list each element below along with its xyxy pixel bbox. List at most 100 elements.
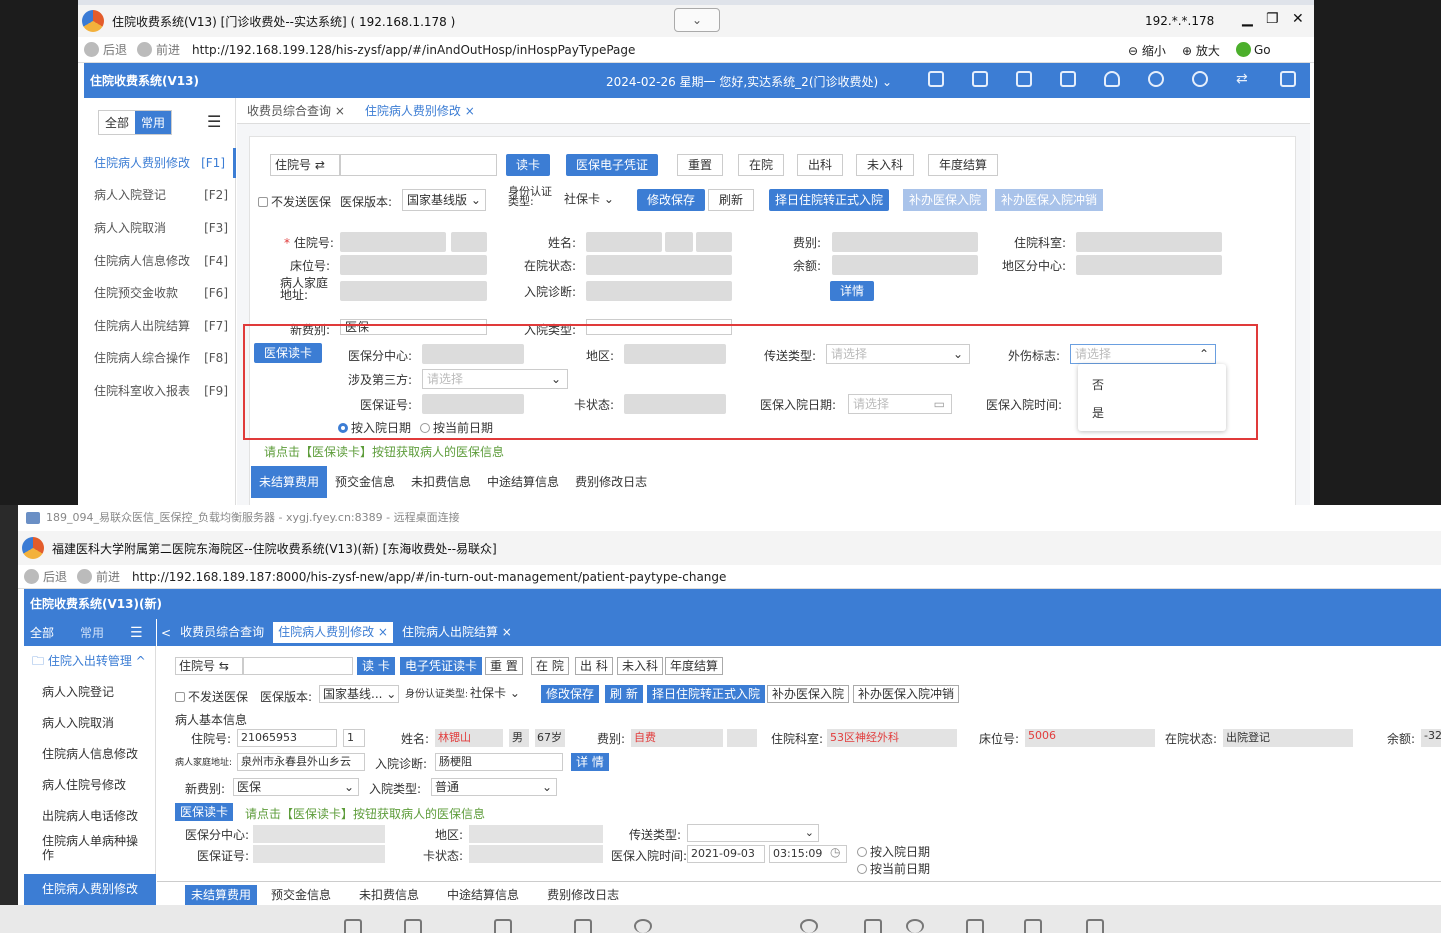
not-admitted-button[interactable]: 未入科	[617, 657, 664, 675]
taskbar-icon[interactable]	[574, 919, 592, 933]
not-send-checkbox[interactable]: 不发送医保	[175, 688, 248, 705]
sidebar-item[interactable]: 住院病人出院结算 [F7]	[84, 311, 236, 341]
hosp-no-input[interactable]	[243, 657, 353, 675]
sidebar-item-active[interactable]: 住院病人费别修改	[24, 874, 156, 905]
annual-settle-button[interactable]: 年度结算	[928, 154, 999, 176]
lock-icon[interactable]	[928, 71, 944, 87]
subtab-unsettled[interactable]: 未结算费用	[185, 885, 258, 905]
taskbar-icon[interactable]	[1024, 919, 1042, 933]
back-button[interactable]: 后退	[84, 41, 127, 58]
subtab-unsettled[interactable]: 未结算费用	[251, 466, 328, 498]
discharge-button[interactable]: 出科	[797, 154, 844, 176]
screen-icon[interactable]	[972, 71, 988, 87]
refresh-button[interactable]: 刷 新	[605, 685, 643, 703]
adm-date-picker[interactable]: 2021-09-03	[687, 845, 765, 863]
tab-fee-type-change[interactable]: 住院病人费别修改 ×	[355, 102, 485, 119]
tab-fee-type-change[interactable]: 住院病人费别修改 ×	[273, 622, 393, 643]
in-hosp-button[interactable]: 在 院	[531, 657, 569, 675]
tab-all[interactable]: 全部	[99, 111, 135, 134]
sidebar-item[interactable]: 住院病人单病种操作	[24, 832, 144, 863]
taskbar-icon[interactable]	[906, 919, 924, 933]
date-user-menu[interactable]: 2024-02-26 星期一 您好,实达系统_2(门诊收费处) ⌄	[606, 73, 892, 90]
admit-button[interactable]: 择日住院转正式入院	[769, 189, 890, 211]
taskbar-icon[interactable]	[344, 919, 362, 933]
in-hosp-button[interactable]: 在院	[738, 154, 785, 176]
sidebar-item[interactable]: 病人入院登记 [F2]	[84, 180, 236, 210]
reset-button[interactable]: 重 置	[485, 657, 523, 675]
version-select[interactable]: 国家基线... ⌄	[319, 685, 399, 703]
tab-discharge-settle[interactable]: 住院病人出院结算 ×	[397, 622, 517, 643]
discharge-button[interactable]: 出 科	[575, 657, 613, 675]
save-button[interactable]: 修改保存	[541, 685, 600, 703]
address-bar[interactable]: http://192.168.199.128/his-zysf/app/#/in…	[192, 43, 635, 57]
taskbar-icon[interactable]	[966, 919, 984, 933]
restore-button[interactable]: ❐	[1266, 11, 1279, 27]
forward-button[interactable]: 前进	[137, 41, 180, 58]
subtab-log[interactable]: 费别修改日志	[567, 466, 655, 498]
id-auth-select[interactable]: 社保卡 ⌄	[467, 685, 535, 703]
taskbar-icon[interactable]	[494, 919, 512, 933]
address-bar[interactable]: http://192.168.189.187:8000/his-zysf-new…	[132, 570, 726, 584]
taskbar-icon[interactable]	[864, 919, 882, 933]
sidebar-item[interactable]: 病人入院取消 [F3]	[84, 213, 236, 243]
read-card-button[interactable]: 读 卡	[357, 657, 395, 675]
dropdown-option-yes[interactable]: 是	[1092, 404, 1104, 421]
supp-cancel-button[interactable]: 补办医保入院冲销	[995, 189, 1104, 211]
subtab-deposit[interactable]: 预交金信息	[257, 885, 345, 905]
send-type-select[interactable]: ⌄	[687, 824, 819, 842]
radio-by-admission[interactable]: 按入院日期	[857, 843, 930, 860]
taskbar-icon[interactable]	[1086, 919, 1104, 933]
print-icon[interactable]	[1016, 71, 1032, 87]
tab-scroll-left-icon[interactable]: <	[161, 626, 171, 640]
bell-icon[interactable]	[1104, 71, 1120, 87]
detail-button[interactable]: 详 情	[571, 753, 609, 771]
logout-icon[interactable]	[1280, 71, 1296, 87]
sidebar-item[interactable]: 住院病人综合操作 [F8]	[84, 343, 236, 373]
subtab-log[interactable]: 费别修改日志	[533, 885, 633, 905]
close-button[interactable]: ✕	[1292, 11, 1304, 27]
e-voucher-read-button[interactable]: 电子凭证读卡	[400, 657, 483, 675]
not-admitted-button[interactable]: 未入科	[856, 154, 915, 176]
tab-all[interactable]: 全部	[30, 624, 54, 641]
tool-icon[interactable]	[1060, 71, 1076, 87]
sidebar-item[interactable]: 病人入院取消	[24, 708, 156, 739]
sidebar-item[interactable]: 住院预交金收款 [F6]	[84, 278, 236, 308]
read-card-button[interactable]: 读卡	[506, 154, 551, 176]
reset-button[interactable]: 重置	[677, 154, 724, 176]
version-select[interactable]: 国家基线版 ⌄	[402, 189, 486, 211]
eye-icon[interactable]	[1148, 71, 1164, 87]
back-button[interactable]: 后退	[24, 568, 67, 585]
not-send-checkbox[interactable]: 不发送医保	[258, 193, 331, 210]
subtab-undeducted[interactable]: 未扣费信息	[345, 885, 433, 905]
tab-common[interactable]: 常用	[80, 624, 104, 641]
switch-icon[interactable]: ⇄	[1236, 71, 1252, 87]
radio-by-current[interactable]: 按当前日期	[857, 860, 930, 877]
refresh-button[interactable]: 刷新	[708, 189, 755, 211]
gear-icon[interactable]	[1192, 71, 1208, 87]
hosp-no-selector[interactable]: 住院号 ⇄	[270, 154, 340, 176]
sidebar-item[interactable]: 住院病人费别修改 [F1]	[84, 148, 236, 178]
forward-button[interactable]: 前进	[77, 568, 120, 585]
sidebar-item[interactable]: 住院病人信息修改 [F4]	[84, 246, 236, 276]
chevron-down-icon[interactable]: ⌄	[674, 8, 720, 32]
e-voucher-button[interactable]: 医保电子凭证	[566, 154, 659, 176]
sidebar-group[interactable]: 🗀 住院入出转管理 ^	[24, 646, 156, 677]
minimize-button[interactable]: ▁	[1242, 11, 1253, 27]
hosp-no-input[interactable]	[340, 154, 497, 176]
supp-admit-button[interactable]: 补办医保入院	[767, 685, 850, 703]
sidebar-item[interactable]: 住院病人信息修改	[24, 739, 156, 770]
dropdown-option-no[interactable]: 否	[1092, 376, 1104, 393]
tab-cashier-query[interactable]: 收费员综合查询 ×	[237, 102, 355, 119]
annual-settle-button[interactable]: 年度结算	[665, 657, 724, 675]
subtab-deposit[interactable]: 预交金信息	[327, 466, 403, 498]
taskbar-icon[interactable]	[800, 919, 818, 933]
menu-toggle-icon[interactable]: ☰	[207, 112, 221, 131]
sidebar-item[interactable]: 病人入院登记	[24, 677, 156, 708]
go-button[interactable]: Go	[1236, 42, 1271, 57]
ins-read-button[interactable]: 医保读卡	[175, 803, 234, 821]
save-button[interactable]: 修改保存	[637, 189, 706, 211]
detail-button[interactable]: 详情	[830, 281, 875, 301]
zoom-in-button[interactable]: ⊕ 放大	[1182, 42, 1220, 59]
zoom-out-button[interactable]: ⊖ 缩小	[1128, 42, 1166, 59]
sidebar-item[interactable]: 出院病人电话修改	[24, 801, 156, 832]
